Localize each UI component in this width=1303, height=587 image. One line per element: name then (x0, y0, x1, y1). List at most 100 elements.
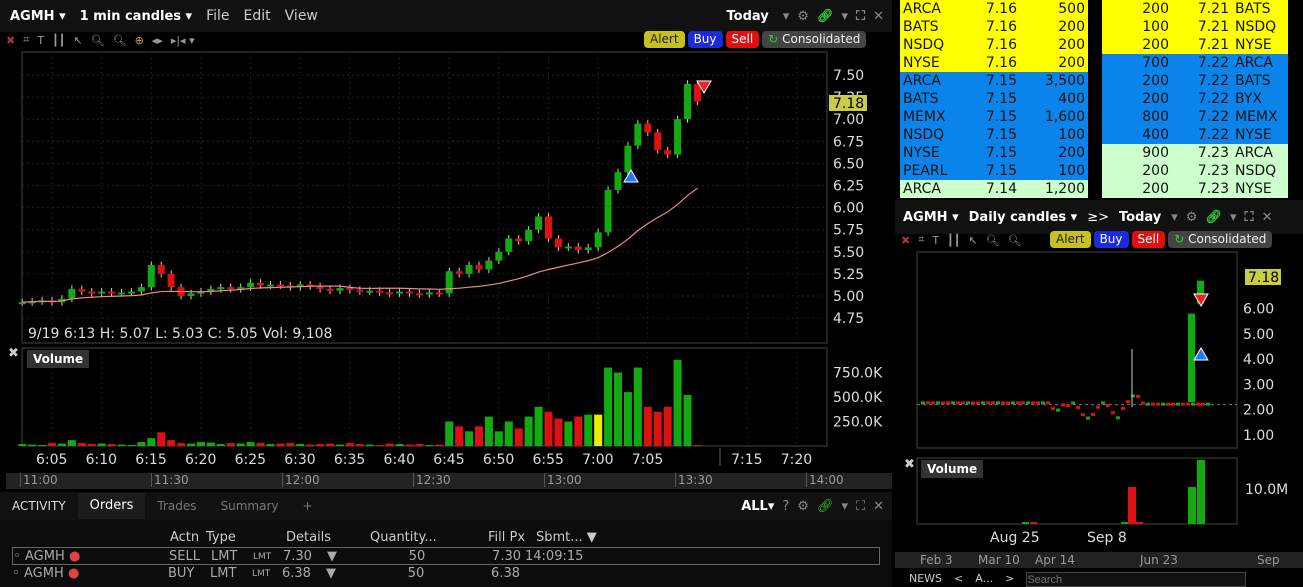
menu-edit[interactable]: Edit (244, 8, 271, 24)
order-row[interactable]: ◦ AGMH ● SELL LMT LMT 7.30 ▼ 50 7.30 14:09:15 (12, 547, 880, 565)
col-fillpx[interactable]: Fill Px (488, 529, 536, 547)
tab-summary[interactable]: Summary (208, 493, 290, 519)
dropdown-icon[interactable]: ▾ (783, 9, 790, 24)
news-next[interactable]: > (1005, 572, 1014, 587)
bid-row[interactable]: NSDQ 7.15 100 (900, 126, 1088, 144)
maximize-icon[interactable]: ⛶ (856, 499, 865, 514)
sell-button[interactable]: Sell (725, 31, 760, 48)
target-icon[interactable]: ⊕ (135, 34, 144, 47)
ask-row[interactable]: 700 7.22 ARCA (1102, 54, 1288, 72)
maximize-icon[interactable]: ⛶ (1244, 210, 1253, 225)
close-volume-icon[interactable]: ✖ (8, 346, 19, 361)
bars-icon[interactable]: ┃┃ (52, 34, 65, 47)
ask-row[interactable]: 200 7.22 BYX (1102, 90, 1288, 108)
daily-consolidated-button[interactable]: ↻ Consolidated (1168, 231, 1273, 248)
bid-row[interactable]: ARCA 7.16 500 (900, 0, 1088, 18)
cursor-icon[interactable]: ↖ (968, 234, 977, 247)
split-icon[interactable]: ▸|◂ ▾ (171, 34, 195, 47)
tab-trades[interactable]: Trades (145, 493, 208, 519)
close-volume-icon[interactable]: ✖ (904, 457, 915, 472)
ask-row[interactable]: 400 7.22 NYSE (1102, 126, 1288, 144)
price-chart[interactable]: 7.507.257.006.756.506.256.005.755.505.25… (0, 50, 892, 490)
zoom-in-icon[interactable]: 🔍︎ (91, 34, 105, 47)
daily-range[interactable]: Today (1119, 210, 1161, 225)
daily-symbol-selector[interactable]: AGMH ▾ (903, 210, 959, 225)
menu-file[interactable]: File (206, 8, 229, 24)
bid-row[interactable]: NSDQ 7.16 200 (900, 36, 1088, 54)
news-tab[interactable]: A... (975, 572, 993, 587)
daily-time-navigator[interactable]: Feb 3 Mar 10 Apr 14 Jun 23 Sep (895, 552, 1303, 568)
fit-icon[interactable]: ◂▸ (152, 34, 163, 47)
ask-row[interactable]: 800 7.22 MEMX (1102, 108, 1288, 126)
buy-button[interactable]: Buy (687, 31, 723, 48)
ask-row[interactable]: 200 7.23 NSDQ (1102, 162, 1288, 180)
link-icon[interactable]: 🔗︎ (1205, 210, 1222, 225)
tab-orders[interactable]: Orders (77, 493, 146, 519)
interval-selector[interactable]: 1 min candles ▾ (80, 9, 192, 24)
close-icon[interactable]: ✕ (1262, 210, 1273, 225)
text-tool-icon[interactable]: T (932, 234, 939, 247)
chevron-down-icon[interactable]: ▾ (1230, 210, 1237, 225)
menu-view[interactable]: View (285, 8, 318, 24)
range-selector[interactable]: Today (727, 9, 769, 24)
filter-selector[interactable]: ALL▾ (741, 499, 774, 514)
crosshair-box-icon[interactable]: ⌗ (918, 233, 924, 247)
chevron-down-icon[interactable]: ▾ (841, 499, 848, 514)
daily-sell-button[interactable]: Sell (1131, 231, 1166, 248)
delete-icon[interactable]: ✖ (6, 34, 15, 47)
gear-icon[interactable]: ⚙ (1186, 210, 1198, 225)
gear-icon[interactable]: ⚙ (797, 9, 809, 24)
gear-icon[interactable]: ⚙ (797, 499, 809, 514)
cursor-icon[interactable]: ↖ (73, 34, 82, 47)
bid-row[interactable]: PEARL 7.15 100 (900, 162, 1088, 180)
bid-row[interactable]: NYSE 7.16 200 (900, 54, 1088, 72)
zoom-in-icon[interactable]: 🔍︎ (986, 234, 1000, 247)
bid-row[interactable]: BATS 7.16 200 (900, 18, 1088, 36)
ask-row[interactable]: 200 7.21 NYSE (1102, 36, 1288, 54)
time-navigator[interactable]: 11:00 11:30 12:00 12:30 13:00 13:30 14:00 (6, 473, 892, 489)
news-prev[interactable]: < (954, 572, 963, 587)
dropdown-icon[interactable]: ▾ (1171, 210, 1178, 225)
daily-buy-button[interactable]: Buy (1093, 231, 1129, 248)
consolidated-button[interactable]: ↻ Consolidated (762, 31, 867, 48)
delete-icon[interactable]: ✖ (901, 234, 910, 247)
zoom-out-icon[interactable]: 🔍︎ (113, 34, 127, 47)
chevron-down-icon[interactable]: ▾ (841, 9, 848, 24)
bid-row[interactable]: BATS 7.15 400 (900, 90, 1088, 108)
ask-row[interactable]: 200 7.22 BATS (1102, 72, 1288, 90)
daily-interval-selector[interactable]: Daily candles ▾ (969, 210, 1078, 225)
col-details[interactable]: Details (286, 529, 370, 547)
help-icon[interactable]: ? (782, 499, 789, 514)
news-search-input[interactable] (1026, 572, 1247, 587)
col-submitted[interactable]: Sbmt... ▼ (536, 529, 597, 547)
ask-row[interactable]: 200 7.23 NYSE (1102, 180, 1288, 198)
daily-alert-button[interactable]: Alert (1050, 231, 1091, 248)
bid-row[interactable]: MEMX 7.15 1,600 (900, 108, 1088, 126)
order-row[interactable]: ◦ AGMH ● BUY LMT LMT 6.38 ▼ 50 6.38 (12, 565, 880, 583)
close-icon[interactable]: ✕ (873, 9, 884, 24)
zoom-out-icon[interactable]: 🔍︎ (1008, 234, 1022, 247)
bid-row[interactable]: ARCA 7.15 3,500 (900, 72, 1088, 90)
add-tab-button[interactable]: + (290, 493, 324, 519)
crosshair-box-icon[interactable]: ⌗ (23, 33, 29, 47)
close-icon[interactable]: ✕ (873, 499, 884, 514)
bid-row[interactable]: NYSE 7.15 200 (900, 144, 1088, 162)
link-icon[interactable]: 🔗︎ (817, 9, 834, 24)
text-tool-icon[interactable]: T (37, 34, 44, 47)
bid-row[interactable]: ARCA 7.14 1,200 (900, 180, 1088, 198)
col-quantity[interactable]: Quantity... (370, 529, 488, 547)
daily-price-chart[interactable]: 6.00 5.00 4.00 3.00 2.00 1.00 7.18 10.0M Aug 25 S… (895, 250, 1303, 560)
ask-row[interactable]: 900 7.23 ARCA (1102, 144, 1288, 162)
ask-row[interactable]: 200 7.21 BATS (1102, 0, 1288, 18)
maximize-icon[interactable]: ⛶ (856, 9, 865, 24)
order-detail-dropdown[interactable]: ▼ (326, 565, 376, 583)
alert-button[interactable]: Alert (644, 31, 685, 48)
col-type[interactable]: Type (206, 529, 286, 547)
symbol-selector[interactable]: AGMH ▾ (10, 9, 66, 24)
order-detail-dropdown[interactable]: ▼ (327, 548, 377, 564)
compare-icon[interactable]: ≥> (1087, 210, 1109, 225)
col-actn[interactable]: Actn (170, 529, 206, 547)
link-icon[interactable]: 🔗︎ (817, 499, 834, 514)
bars-icon[interactable]: ┃┃ (947, 234, 960, 247)
ask-row[interactable]: 100 7.21 NSDQ (1102, 18, 1288, 36)
